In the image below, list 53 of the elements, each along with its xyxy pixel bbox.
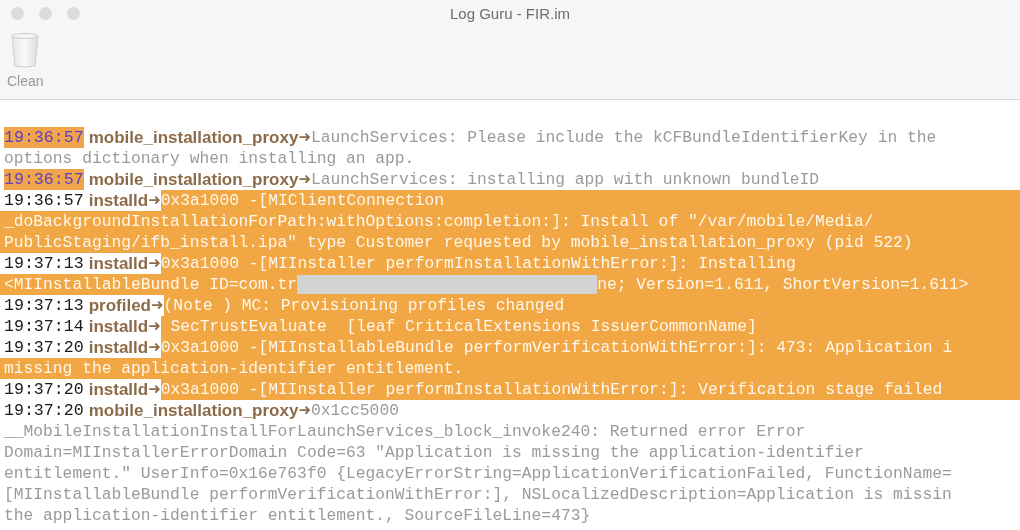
log-message: 0x3a1000 -[MIClientConnection [160, 190, 1020, 211]
separator-arrow: ➜ [148, 337, 161, 358]
clean-button[interactable]: Clean [7, 32, 44, 89]
log-message: missing the application-identifier entitlement. [0, 358, 1020, 379]
close-button[interactable] [11, 6, 24, 20]
timestamp: 19:37:13 [3, 253, 85, 274]
process-name: mobile_installation_proxy [88, 127, 299, 148]
log-message: 0x1cc5000 [311, 400, 400, 421]
log-message: (Note ) MC: Provisioning profiles changed [163, 295, 1020, 316]
separator-arrow: ➜ [148, 190, 161, 211]
zoom-button[interactable] [67, 6, 80, 20]
log-message: <MIInstallableBundle ID=com.tr [4, 274, 298, 295]
log-message: PublicStaging/ifb_install.ipa" type Customer requested by mobile_installation_proxy (pid 522) [0, 232, 1020, 253]
log-message: 0x3a1000 -[MIInstaller performInstallationWithError:]: Verification stage failed [160, 379, 1020, 400]
log-message: ne; Version=1.611, ShortVersion=1.611> [597, 274, 969, 295]
separator-arrow: ➜ [298, 127, 311, 148]
log-message: SecTrustEvaluate [leaf CriticalExtensions IssuerCommonName] [160, 316, 1020, 337]
log-message: [MIInstallableBundle performVerificationWithError:], NSLocalizedDescription=Application is missin [3, 484, 953, 505]
log-message: __MobileInstallationInstallForLaunchServices_block_invoke240: Returned error Error [3, 421, 807, 442]
trash-icon [9, 32, 42, 68]
timestamp: 19:36:57 [3, 190, 85, 211]
window-title: Log Guru - FIR.im [450, 4, 570, 22]
process-name: installd [88, 316, 149, 337]
timestamp: 19:36:57 [4, 127, 84, 148]
timestamp: 19:36:57 [4, 169, 84, 190]
log-message: options dictionary when installing an app. [3, 148, 416, 169]
separator-arrow: ➜ [298, 400, 311, 421]
log-message: LaunchServices: Please include the kCFBundleIdentifierKey in the [311, 127, 938, 148]
log-message: _doBackgroundInstallationForPath:withOptions:completion:]: Install of "/var/mobile/Media/ [0, 211, 1020, 232]
log-message: the application-identifier entitlement., SourceFileLine=473} [3, 505, 592, 526]
log-message: 0x3a1000 -[MIInstallableBundle performVerificationWithError:]: 473: Application i [160, 337, 1020, 358]
log-message: Domain=MIInstallerErrorDomain Code=63 "Application is missing the application-identifier [3, 442, 865, 463]
process-name: installd [88, 379, 149, 400]
separator-arrow: ➜ [148, 379, 161, 400]
timestamp: 19:37:20 [3, 337, 85, 358]
process-name: mobile_installation_proxy [88, 169, 299, 190]
log-message: LaunchServices: installing app with unknown bundleID [311, 169, 821, 190]
separator-arrow: ➜ [151, 295, 164, 316]
minimize-button[interactable] [39, 6, 52, 20]
separator-arrow: ➜ [148, 253, 161, 274]
process-name: installd [88, 337, 149, 358]
process-name: installd [88, 253, 149, 274]
log-message: 0x3a1000 -[MIInstaller performInstallationWithError:]: Installing [160, 253, 1020, 274]
separator-arrow: ➜ [298, 169, 311, 190]
log-message: entitlement." UserInfo=0x16e763f0 {LegacyErrorString=ApplicationVerificationFailed, FunctionName= [3, 463, 953, 484]
process-name: installd [88, 190, 149, 211]
timestamp: 19:37:20 [3, 400, 85, 421]
process-name: profiled [88, 295, 151, 316]
separator-arrow: ➜ [148, 316, 161, 337]
timestamp: 19:37:20 [3, 379, 85, 400]
process-name: mobile_installation_proxy [88, 400, 299, 421]
timestamp: 19:37:14 [3, 316, 85, 337]
timestamp: 19:37:13 [3, 295, 85, 316]
